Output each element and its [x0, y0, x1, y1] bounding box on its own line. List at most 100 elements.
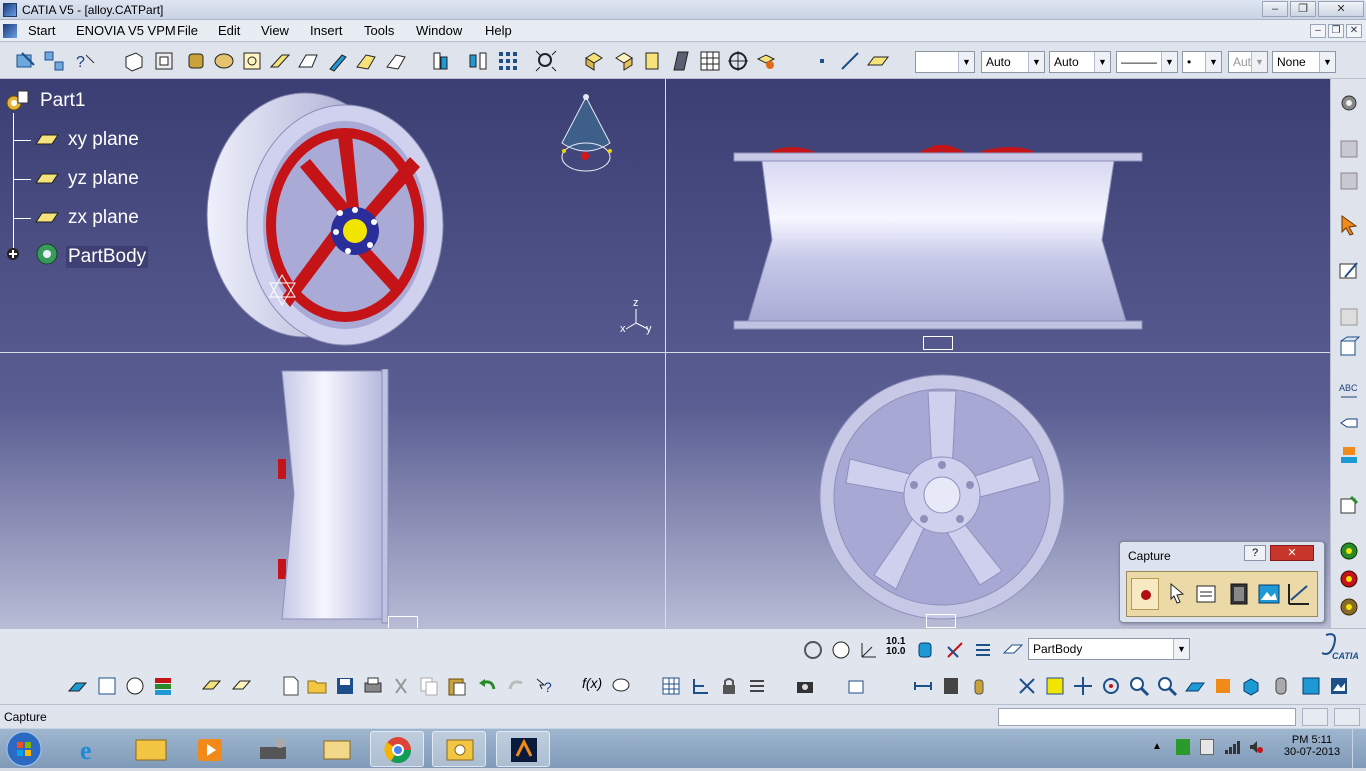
menu-start[interactable]: Start — [28, 23, 55, 38]
tray-device-icon[interactable] — [1200, 739, 1214, 755]
record-button[interactable] — [1131, 578, 1159, 610]
select-mode-button[interactable] — [1163, 578, 1191, 610]
tree-item-partbody[interactable]: PartBody — [66, 246, 149, 268]
fly-mode-icon[interactable] — [1016, 675, 1038, 697]
sketch-tools-icon[interactable] — [96, 675, 118, 697]
status-panel-button[interactable] — [1302, 708, 1328, 726]
status-panel-button[interactable] — [1334, 708, 1360, 726]
pad-icon[interactable] — [122, 49, 146, 73]
rotate-view-icon[interactable] — [802, 639, 824, 661]
lock-icon[interactable] — [718, 675, 740, 697]
normal-to-plane-icon[interactable] — [1184, 675, 1206, 697]
line-type-select-2[interactable]: Auto ▼ — [1049, 51, 1111, 73]
zoom-ratio-label[interactable]: 10.1 10.0 — [886, 637, 905, 657]
maximize-button[interactable]: ❐ — [1290, 1, 1316, 17]
list-icon[interactable] — [972, 639, 994, 661]
compass-widget[interactable] — [556, 93, 618, 177]
new-file-icon[interactable] — [280, 675, 302, 697]
graphic-settings-button[interactable] — [1285, 578, 1313, 610]
capture-help-button[interactable]: ? — [1244, 545, 1266, 561]
camera-icon[interactable] — [794, 675, 816, 697]
layer-auto-select[interactable]: Aut ▼ — [1228, 51, 1268, 73]
constraint-icon[interactable] — [466, 49, 490, 73]
sketch-icon[interactable] — [14, 49, 38, 73]
menu-help[interactable]: Help — [485, 23, 512, 38]
line-style-select[interactable]: ——— ▼ — [1116, 51, 1178, 73]
surface-2-icon[interactable] — [230, 675, 252, 697]
menu-window[interactable]: Window — [416, 23, 462, 38]
volume-muted-icon[interactable] — [1248, 739, 1264, 755]
hide-show-icon[interactable] — [698, 49, 722, 73]
multi-color-icon[interactable] — [152, 675, 174, 697]
cylinder-icon[interactable] — [914, 639, 936, 661]
tree-item-zx-plane[interactable]: zx plane — [68, 207, 139, 229]
menu-insert[interactable]: Insert — [310, 23, 343, 38]
pan-hand-icon[interactable] — [830, 639, 852, 661]
capture-options-button[interactable] — [1193, 578, 1221, 610]
network-taskbar-icon[interactable] — [246, 731, 300, 767]
text-abc-icon[interactable]: ABC — [1337, 379, 1361, 403]
iso-box-icon[interactable] — [1240, 675, 1262, 697]
shading-edges-icon[interactable] — [612, 49, 636, 73]
product-icon[interactable] — [1337, 137, 1361, 161]
cylinder-view-icon[interactable] — [1270, 675, 1292, 697]
analysis-3-icon[interactable] — [1337, 595, 1361, 619]
measure-icon[interactable] — [428, 49, 452, 73]
solid-combine-icon[interactable] — [384, 49, 408, 73]
box-icon[interactable] — [1337, 335, 1361, 359]
annotation-icon[interactable] — [1337, 411, 1361, 435]
catia-taskbar-icon[interactable] — [496, 731, 550, 767]
formula-icon[interactable]: f(x) — [582, 675, 604, 697]
swap-space-icon[interactable] — [726, 49, 750, 73]
analysis-icon[interactable] — [1337, 539, 1361, 563]
parameters-icon[interactable] — [746, 675, 768, 697]
image-icon[interactable] — [1328, 675, 1350, 697]
axis-system-icon[interactable] — [858, 639, 880, 661]
tree-item-yz-plane[interactable]: yz plane — [68, 168, 139, 190]
open-folder-icon[interactable] — [306, 675, 328, 697]
iso-view-icon[interactable] — [640, 49, 664, 73]
print-icon[interactable] — [362, 675, 384, 697]
chrome-taskbar-icon[interactable] — [370, 731, 424, 767]
positioned-sketch-icon[interactable] — [42, 49, 66, 73]
sketcher-icon[interactable] — [1337, 259, 1361, 283]
close-button[interactable]: ✕ — [1318, 1, 1364, 17]
rotate-icon[interactable] — [1100, 675, 1122, 697]
layer-select[interactable]: None ▼ — [1272, 51, 1336, 73]
shading-icon[interactable] — [582, 49, 606, 73]
shape-icon[interactable] — [124, 675, 146, 697]
surface-icon[interactable] — [200, 675, 222, 697]
shaft-icon[interactable] — [184, 49, 208, 73]
doc-close-button[interactable]: ✕ — [1346, 24, 1362, 38]
rib-icon[interactable] — [240, 49, 264, 73]
zoom-out-icon[interactable] — [1156, 675, 1178, 697]
menu-tools[interactable]: Tools — [364, 23, 394, 38]
redo-icon[interactable] — [506, 675, 528, 697]
undo-icon[interactable] — [476, 675, 498, 697]
hole-icon[interactable] — [212, 49, 236, 73]
multi-view-icon[interactable] — [940, 675, 962, 697]
capture-close-button[interactable]: ✕ — [1270, 545, 1314, 561]
help-arrow-icon[interactable]: ? — [534, 675, 556, 697]
tree-item-xy-plane[interactable]: xy plane — [68, 129, 139, 151]
ie-taskbar-icon[interactable]: e — [64, 731, 118, 767]
tree-root-part1[interactable]: Part1 — [40, 90, 85, 112]
layout-icon[interactable] — [1337, 305, 1361, 329]
shading-mode-icon[interactable] — [1300, 675, 1322, 697]
menu-view[interactable]: View — [261, 23, 289, 38]
pan-icon[interactable] — [1072, 675, 1094, 697]
line-type-select-1[interactable]: Auto ▼ — [981, 51, 1045, 73]
define-in-work-icon[interactable] — [1002, 639, 1024, 661]
color-select[interactable]: ▼ — [915, 51, 975, 73]
explorer-taskbar-icon[interactable] — [124, 731, 178, 767]
tree-icon[interactable] — [690, 675, 712, 697]
slideshow-taskbar-icon[interactable] — [310, 731, 364, 767]
slot-icon[interactable] — [268, 49, 292, 73]
doc-minimize-button[interactable]: – — [1310, 24, 1326, 38]
capture-3d-button[interactable] — [1225, 578, 1253, 610]
current-body-select[interactable]: PartBody ▼ — [1028, 638, 1190, 660]
line-icon[interactable] — [838, 49, 862, 73]
menu-file[interactable]: File — [177, 23, 198, 38]
fit-all-icon[interactable] — [534, 49, 558, 73]
start-orb-icon[interactable] — [4, 730, 44, 768]
